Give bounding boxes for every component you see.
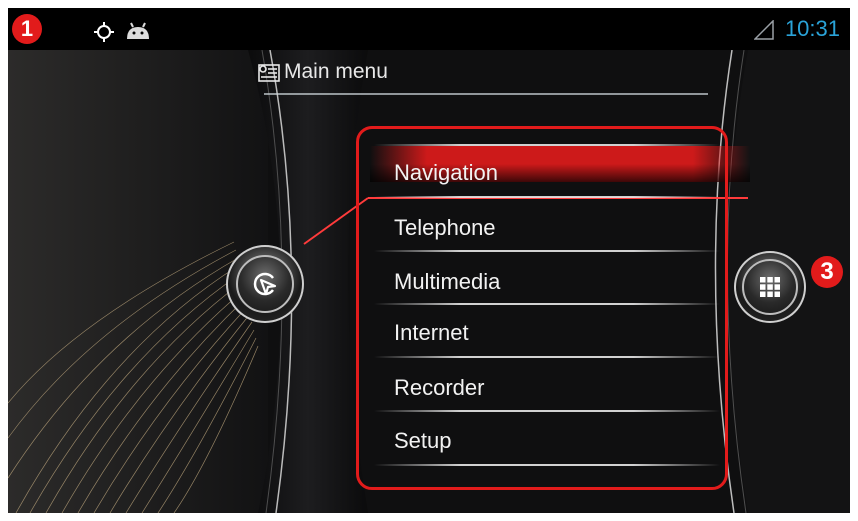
page-title-text: Main menu [284, 60, 388, 83]
menu-separator [374, 464, 720, 466]
apps-grid-icon [760, 277, 780, 297]
menu-separator [374, 410, 720, 412]
menu-item-setup[interactable]: Setup [394, 428, 452, 454]
menu-list-icon [258, 64, 280, 82]
menu-item-navigation[interactable]: Navigation [394, 160, 498, 186]
navigation-target-icon [253, 272, 277, 296]
gps-icon [94, 22, 114, 42]
android-icon [127, 22, 149, 39]
menu-separator [374, 144, 720, 146]
callout-badge-3: 3 [811, 256, 843, 288]
signal-icon [754, 20, 774, 40]
menu-item-internet[interactable]: Internet [394, 320, 469, 346]
menu-separator [374, 196, 720, 198]
callout-badge-1: 1 [12, 14, 42, 44]
navigation-button[interactable] [226, 245, 304, 323]
apps-menu-button-face [742, 259, 798, 315]
menu-item-multimedia[interactable]: Multimedia [394, 269, 500, 295]
menu-separator [374, 356, 720, 358]
apps-menu-button[interactable] [734, 251, 806, 323]
navigation-button-face [236, 255, 294, 313]
menu-separator [374, 250, 720, 252]
clock: 10:31 [784, 16, 840, 41]
head-unit-screen: 1 10:31 Main menu Navigation Telephone M… [8, 8, 850, 513]
menu-separator [374, 303, 720, 305]
menu-item-recorder[interactable]: Recorder [394, 375, 484, 401]
menu-item-telephone[interactable]: Telephone [394, 215, 496, 241]
